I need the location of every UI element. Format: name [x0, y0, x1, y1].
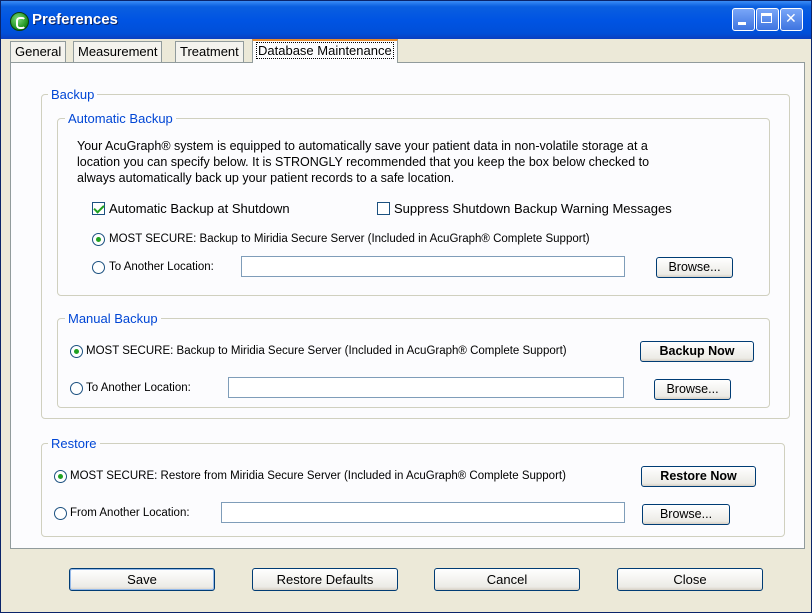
restore-secure-radio[interactable]	[54, 470, 67, 483]
cancel-button[interactable]: Cancel	[434, 568, 580, 591]
automatic-backup-description-line-2: location you can specify below. It is ST…	[77, 155, 650, 169]
automatic-backup-description-line-3: always automatically back up your patien…	[77, 171, 455, 185]
auto-backup-browse-button[interactable]: Browse...	[656, 257, 733, 278]
window-title: Preferences	[32, 11, 118, 28]
auto-backup-other-label: To Another Location:	[109, 261, 214, 273]
auto-backup-other-radio[interactable]	[92, 261, 105, 274]
automatic-backup-description-line-1: Your AcuGraph® system is equipped to aut…	[77, 139, 648, 153]
backup-now-button[interactable]: Backup Now	[640, 341, 754, 362]
minimize-icon[interactable]	[732, 8, 755, 31]
automatic-backup-checkbox[interactable]	[92, 202, 105, 215]
backup-group: Backup Automatic Backup Your AcuGraph® s…	[41, 87, 790, 419]
restore-group: Restore MOST SECURE: Restore from Miridi…	[41, 436, 785, 537]
database-maintenance-panel: Backup Automatic Backup Your AcuGraph® s…	[10, 62, 805, 549]
automatic-backup-legend: Automatic Backup	[65, 111, 176, 126]
restore-defaults-button[interactable]: Restore Defaults	[252, 568, 398, 591]
save-button[interactable]: Save	[69, 568, 215, 591]
manual-backup-other-radio[interactable]	[70, 382, 83, 395]
restore-other-label: From Another Location:	[70, 507, 190, 519]
suppress-warnings-label: Suppress Shutdown Backup Warning Message…	[394, 201, 672, 216]
tab-database-maintenance[interactable]: Database Maintenance	[252, 39, 398, 63]
auto-backup-location-field[interactable]	[241, 256, 625, 277]
restore-other-radio[interactable]	[54, 507, 67, 520]
tab-general[interactable]: General	[10, 41, 67, 62]
automatic-backup-label: Automatic Backup at Shutdown	[109, 201, 290, 216]
close-button[interactable]: Close	[617, 568, 763, 591]
backup-legend: Backup	[48, 87, 98, 102]
auto-backup-secure-label: MOST SECURE: Backup to Miridia Secure Se…	[109, 233, 590, 245]
tab-measurement[interactable]: Measurement	[73, 41, 163, 62]
manual-backup-other-label: To Another Location:	[86, 382, 191, 394]
automatic-backup-group: Automatic Backup Your AcuGraph® system i…	[57, 111, 770, 296]
restore-now-button[interactable]: Restore Now	[641, 466, 756, 487]
restore-location-field[interactable]	[221, 502, 625, 523]
suppress-warnings-checkbox[interactable]	[377, 202, 390, 215]
acugraph-app-icon	[10, 12, 29, 31]
maximize-icon[interactable]	[756, 8, 779, 31]
tab-treatment[interactable]: Treatment	[175, 41, 244, 62]
manual-backup-secure-radio[interactable]	[70, 345, 83, 358]
manual-backup-secure-label: MOST SECURE: Backup to Miridia Secure Se…	[86, 345, 567, 357]
restore-legend: Restore	[48, 436, 100, 451]
restore-browse-button[interactable]: Browse...	[642, 504, 730, 525]
manual-backup-browse-button[interactable]: Browse...	[654, 379, 731, 400]
preferences-window: Preferences General Measurement Treatmen…	[0, 0, 812, 613]
manual-backup-location-field[interactable]	[228, 377, 624, 398]
close-window-icon[interactable]	[780, 8, 803, 31]
title-bar[interactable]: Preferences	[1, 1, 811, 39]
manual-backup-group: Manual Backup MOST SECURE: Backup to Mir…	[57, 311, 770, 408]
restore-secure-label: MOST SECURE: Restore from Miridia Secure…	[70, 470, 566, 482]
manual-backup-legend: Manual Backup	[65, 311, 161, 326]
auto-backup-secure-radio[interactable]	[92, 233, 105, 246]
